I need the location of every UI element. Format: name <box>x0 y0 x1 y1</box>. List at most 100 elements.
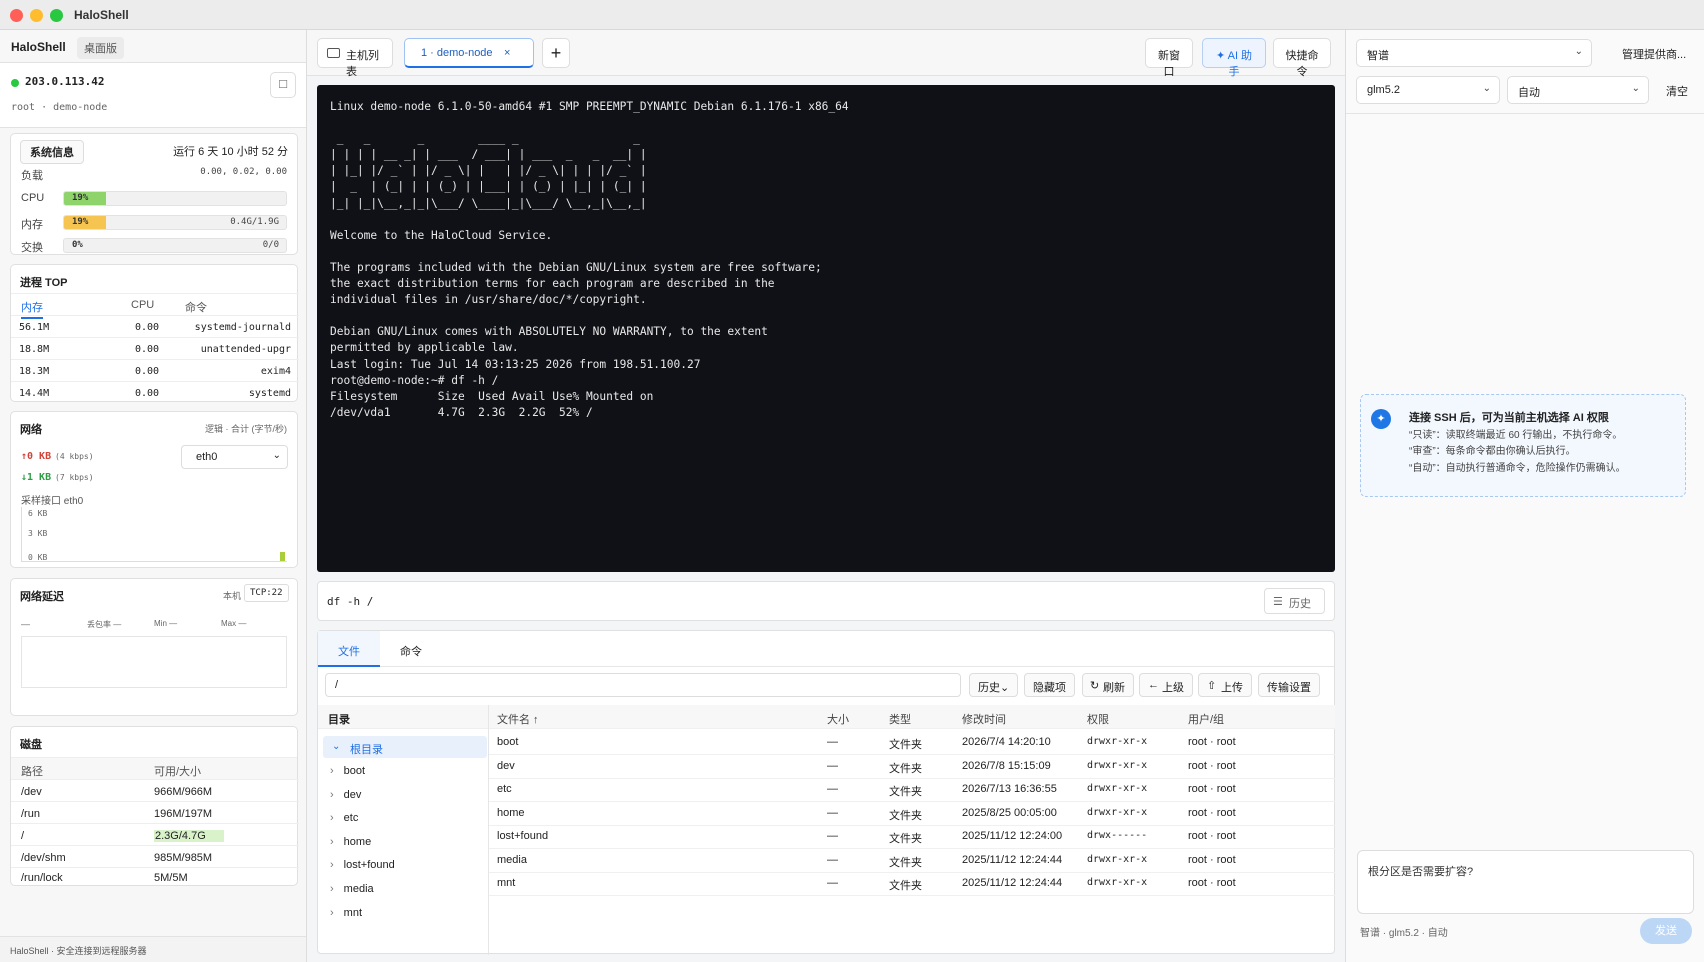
process-sort-cpu[interactable]: CPU <box>131 299 154 311</box>
process-cmd: unattended-upgr <box>200 344 291 355</box>
process-card: 进程 TOP 内存 CPU 命令 56.1M 0.00 systemd-jour… <box>10 264 299 402</box>
load-value: 0.00, 0.02, 0.00 <box>200 167 287 177</box>
mode-select[interactable]: 自动 ⌄ <box>1507 76 1649 104</box>
process-cmd: systemd <box>248 388 291 399</box>
refresh-button[interactable]: ↻ 刷新 <box>1082 673 1134 697</box>
tree-item-boot[interactable]: › boot <box>330 765 365 777</box>
file-mtime: 2025/11/12 12:24:00 <box>962 830 1063 842</box>
interface-select[interactable]: eth0 ⌄ <box>181 445 288 469</box>
col-name[interactable]: 文件名 ↑ <box>497 711 539 727</box>
transfer-settings-button[interactable]: 传输设置 <box>1258 673 1320 697</box>
process-row: 18.8M 0.00 unattended-upgr <box>11 337 299 360</box>
file-row[interactable]: media — 文件夹 2025/11/12 12:24:44 drwxr-xr-x ro… <box>489 848 1335 873</box>
latency-chart <box>21 636 287 688</box>
tab-demo-node[interactable]: 1 · demo-node × <box>404 38 534 68</box>
tree-item-dev[interactable]: › dev <box>330 789 361 801</box>
ai-status: 智谱 · glm5.2 · 自动 <box>1360 928 1448 939</box>
chevron-right-icon: › <box>330 859 334 871</box>
send-button[interactable]: 发送 <box>1640 918 1692 944</box>
parent-dir-button[interactable]: ← 上级 <box>1139 673 1193 697</box>
hidden-items-button[interactable]: 隐藏项 <box>1024 673 1075 697</box>
tab-files[interactable]: 文件 <box>318 631 380 667</box>
close-window-button[interactable] <box>10 9 23 22</box>
upload-button[interactable]: ⇧ 上传 <box>1198 673 1252 697</box>
file-row[interactable]: lost+found — 文件夹 2025/11/12 12:24:00 drwx---… <box>489 824 1335 849</box>
model-select[interactable]: glm5.2 ⌄ <box>1356 76 1500 104</box>
file-owner: root · root <box>1188 736 1236 748</box>
file-perm: drwxr-xr-x <box>1087 783 1148 794</box>
tree-item-home[interactable]: › home <box>330 836 371 848</box>
col-mtime[interactable]: 修改时间 <box>962 711 1006 727</box>
quick-commands-button[interactable]: 快捷命令 <box>1273 38 1331 78</box>
process-row: 56.1M 0.00 systemd-journald <box>11 315 299 338</box>
close-tab-icon[interactable]: × <box>504 47 510 59</box>
manage-providers-link[interactable]: 管理提供商... <box>1622 46 1686 62</box>
new-tab-button[interactable]: + <box>542 38 570 68</box>
upload-icon: ⇧ <box>1207 680 1217 692</box>
file-type: 文件夹 <box>889 809 922 822</box>
tab-commands[interactable]: 命令 <box>380 631 442 667</box>
process-title: 进程 TOP <box>20 277 68 289</box>
new-window-button[interactable]: 新窗口 <box>1145 38 1193 78</box>
chevron-down-icon: ⌄ <box>272 450 281 461</box>
disk-title: 磁盘 <box>20 739 42 751</box>
latency-proto[interactable]: TCP:22 <box>244 584 289 602</box>
zoom-window-button[interactable] <box>50 9 63 22</box>
terminal[interactable]: Linux demo-node 6.1.0-50-amd64 #1 SMP PR… <box>317 85 1335 572</box>
file-row[interactable]: mnt — 文件夹 2025/11/12 12:24:44 drwxr-xr-x root… <box>489 871 1335 896</box>
latency-stat: — <box>21 619 30 629</box>
process-row: 18.3M 0.00 exim4 <box>11 359 299 382</box>
disk-row: /run/lock 5M/5M <box>11 867 299 886</box>
col-perm[interactable]: 权限 <box>1087 711 1109 727</box>
mem-label: 内存 <box>21 219 43 231</box>
disk-size: 5M/5M <box>154 872 188 884</box>
path-history-button[interactable]: 历史⌄ <box>969 673 1019 697</box>
divider <box>1346 113 1704 114</box>
file-tabs <box>318 631 1334 667</box>
info-line: “只读”：读取终端最近 60 行输出，不执行命令。 <box>1409 430 1623 441</box>
mem-pct: 19% <box>72 217 89 227</box>
chevron-down-icon: ⌄ <box>332 741 341 752</box>
command-input[interactable]: df -h / <box>327 595 373 608</box>
uptime-text: 运行 6 天 10 小时 52 分 <box>173 146 288 158</box>
process-mem: 56.1M <box>19 322 50 333</box>
file-name: dev <box>497 759 515 772</box>
tree-item-media[interactable]: › media <box>330 883 374 895</box>
file-owner: root · root <box>1188 783 1236 795</box>
tree-item-label: 根目录 <box>350 744 383 756</box>
ai-assistant-button[interactable]: ✦ AI 助手 <box>1202 38 1266 78</box>
tree-item-lost-found[interactable]: › lost+found <box>330 859 395 871</box>
network-mode[interactable]: 逻辑 · 合计 (字节/秒) <box>205 422 287 435</box>
tree-item-etc[interactable]: › etc <box>330 812 358 824</box>
download-rate: ↓1 KB <box>21 472 52 483</box>
tree-item-mnt[interactable]: › mnt <box>330 907 362 919</box>
host-square-icon[interactable]: ☐ <box>270 72 296 98</box>
sidebar: HaloShell 桌面版 203.0.113.42 root · demo-n… <box>0 30 307 962</box>
latency-stat: Max — <box>221 619 247 628</box>
col-type[interactable]: 类型 <box>889 711 911 727</box>
file-row[interactable]: boot — 文件夹 2026/7/4 14:20:10 drwxr-xr-x root … <box>489 730 1335 755</box>
host-card[interactable] <box>0 62 306 128</box>
sysinfo-badge[interactable]: 系统信息 <box>20 140 84 164</box>
history-button[interactable]: ☰ 历史 <box>1264 588 1325 614</box>
file-row[interactable]: dev — 文件夹 2026/7/8 15:15:09 drwxr-xr-x root ·… <box>489 754 1335 779</box>
tab-host-list[interactable]: 主机列表 <box>317 38 393 78</box>
path-input[interactable]: / <box>325 673 961 697</box>
provider-select[interactable]: 智谱 ⌄ <box>1356 39 1592 67</box>
file-row[interactable]: home — 文件夹 2025/8/25 00:05:00 drwxr-xr-x root… <box>489 801 1335 826</box>
file-size: — <box>827 783 838 795</box>
tree-item-root[interactable]: ⌄ 根目录 <box>323 736 487 758</box>
col-size[interactable]: 大小 <box>827 711 849 727</box>
disk-size: 985M/985M <box>154 852 213 864</box>
col-owner[interactable]: 用户/组 <box>1188 711 1224 727</box>
chevron-right-icon: › <box>330 907 334 919</box>
file-owner: root · root <box>1188 806 1236 819</box>
file-row[interactable]: etc — 文件夹 2026/7/13 16:36:55 drwxr-xr-x root … <box>489 777 1335 802</box>
clear-button[interactable]: 清空 <box>1666 83 1688 99</box>
file-type: 文件夹 <box>889 786 922 798</box>
host-ip: 203.0.113.42 <box>25 75 105 88</box>
minimize-window-button[interactable] <box>30 9 43 22</box>
chat-input[interactable]: 根分区是否需要扩容? <box>1357 850 1694 914</box>
cpu-pct: 19% <box>72 193 89 203</box>
info-line: “自动”：自动执行普通命令，危险操作仍需确认。 <box>1409 463 1626 474</box>
